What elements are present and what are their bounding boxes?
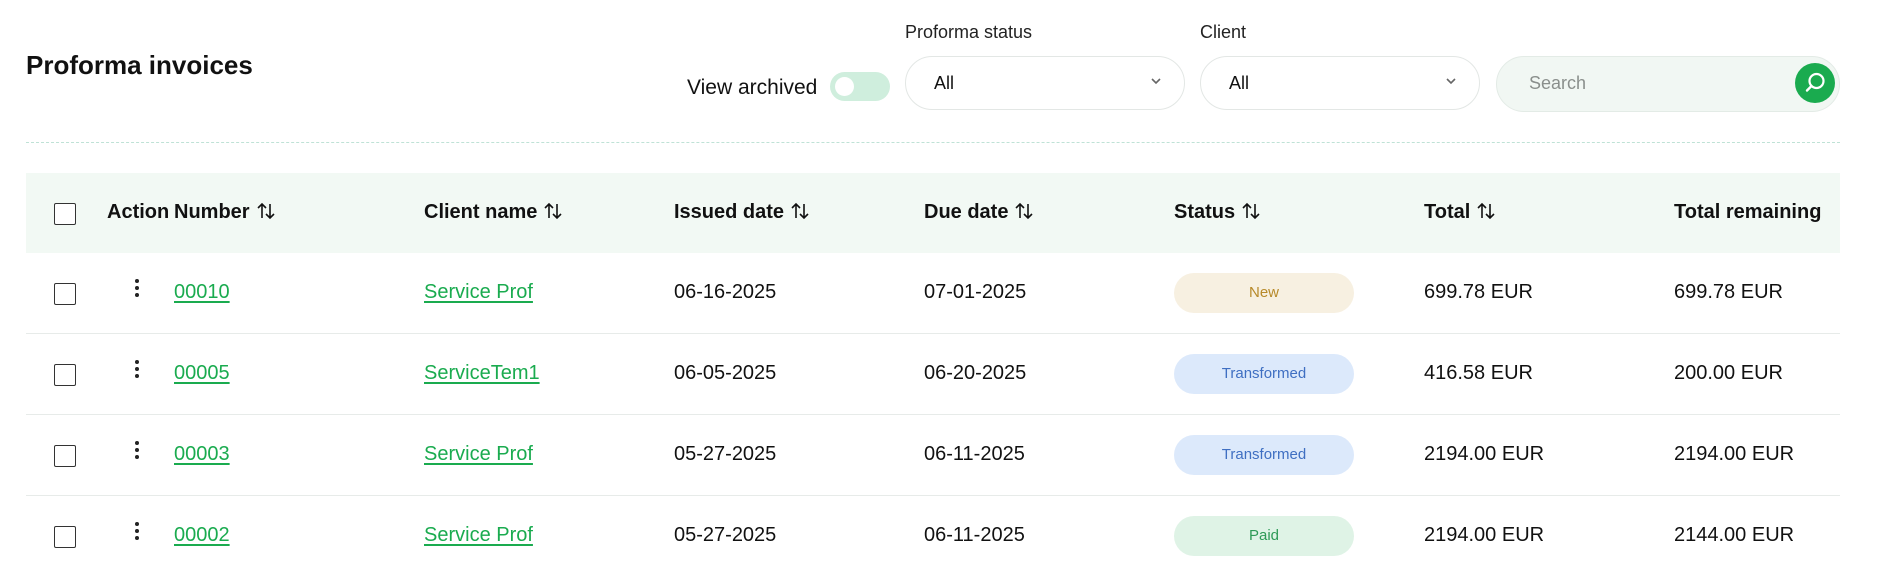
status-badge: Transformed bbox=[1174, 435, 1354, 475]
sort-icon bbox=[791, 202, 809, 220]
total-amount: 2194.00 EUR bbox=[1424, 443, 1545, 465]
total-remaining-amount: 200.00 EUR bbox=[1674, 362, 1783, 384]
client-name-link[interactable]: Service Prof bbox=[424, 443, 533, 466]
table-row: 00002 Service Prof 05-27-2025 06-11-2025… bbox=[26, 496, 1840, 576]
more-actions-icon[interactable] bbox=[134, 279, 140, 301]
table-header: Action Number Client name Issued date Du… bbox=[26, 173, 1840, 253]
search-button[interactable] bbox=[1795, 63, 1835, 103]
issued-date: 06-16-2025 bbox=[674, 281, 777, 303]
status-badge: Paid bbox=[1174, 516, 1354, 556]
proforma-status-value: All bbox=[934, 73, 955, 93]
view-archived-toggle[interactable] bbox=[830, 72, 890, 101]
issued-date: 05-27-2025 bbox=[674, 443, 777, 465]
column-header-label: Total bbox=[1424, 201, 1471, 223]
more-actions-icon[interactable] bbox=[134, 441, 140, 463]
status-badge: New bbox=[1174, 273, 1354, 313]
row-checkbox[interactable] bbox=[54, 445, 76, 467]
column-header-action: Action bbox=[107, 201, 170, 223]
due-date: 06-11-2025 bbox=[924, 524, 1025, 546]
total-amount: 2194.00 EUR bbox=[1424, 524, 1545, 546]
column-header-total[interactable]: Total bbox=[1424, 201, 1496, 224]
status-badge: Transformed bbox=[1174, 354, 1354, 394]
client-filter-value: All bbox=[1229, 73, 1250, 93]
sort-icon bbox=[544, 202, 562, 220]
table-row: 00003 Service Prof 05-27-2025 06-11-2025… bbox=[26, 415, 1840, 496]
more-actions-icon[interactable] bbox=[134, 522, 140, 544]
client-name-link[interactable]: ServiceTem1 bbox=[424, 362, 540, 385]
column-header-label: Due date bbox=[924, 201, 1009, 223]
invoice-number-link[interactable]: 00010 bbox=[174, 281, 230, 304]
due-date: 06-11-2025 bbox=[924, 443, 1025, 465]
table-row: 00005 ServiceTem1 06-05-2025 06-20-2025 … bbox=[26, 334, 1840, 415]
due-date: 06-20-2025 bbox=[924, 362, 1027, 384]
invoice-number-link[interactable]: 00005 bbox=[174, 362, 230, 385]
client-filter-label: Client bbox=[1200, 22, 1247, 42]
invoice-number-link[interactable]: 00002 bbox=[174, 524, 230, 547]
search-box bbox=[1496, 56, 1840, 112]
row-checkbox[interactable] bbox=[54, 283, 76, 305]
select-all-checkbox[interactable] bbox=[54, 203, 76, 225]
sort-icon bbox=[1015, 202, 1034, 220]
sort-icon bbox=[1477, 202, 1495, 220]
due-date: 07-01-2025 bbox=[924, 281, 1027, 303]
client-filter-select[interactable]: All bbox=[1200, 56, 1480, 110]
column-header-label: Number bbox=[174, 201, 250, 223]
row-checkbox[interactable] bbox=[54, 364, 76, 386]
total-amount: 699.78 EUR bbox=[1424, 281, 1533, 303]
chevron-down-icon bbox=[1151, 78, 1161, 85]
header-divider bbox=[26, 142, 1840, 143]
more-actions-icon[interactable] bbox=[134, 360, 140, 382]
proforma-status-label: Proforma status bbox=[905, 22, 1033, 42]
column-header-total-remaining[interactable]: Total remaining bbox=[1674, 201, 1821, 224]
total-amount: 416.58 EUR bbox=[1424, 362, 1533, 384]
search-input[interactable] bbox=[1527, 72, 1781, 95]
view-archived-label: View archived bbox=[687, 76, 818, 99]
column-header-status[interactable]: Status bbox=[1174, 201, 1261, 224]
client-name-link[interactable]: Service Prof bbox=[424, 281, 533, 304]
column-header-label: Issued date bbox=[674, 201, 785, 223]
proforma-status-select[interactable]: All bbox=[905, 56, 1185, 110]
table-row: 00010 Service Prof 06-16-2025 07-01-2025… bbox=[26, 253, 1840, 334]
toggle-knob bbox=[835, 77, 854, 96]
column-header-number[interactable]: Number bbox=[174, 201, 276, 224]
column-header-client-name[interactable]: Client name bbox=[424, 201, 563, 224]
chevron-down-icon bbox=[1446, 78, 1456, 85]
sort-icon bbox=[1242, 202, 1260, 220]
issued-date: 06-05-2025 bbox=[674, 362, 777, 384]
column-header-issued-date[interactable]: Issued date bbox=[674, 201, 810, 224]
client-name-link[interactable]: Service Prof bbox=[424, 524, 533, 547]
column-header-label: Status bbox=[1174, 201, 1236, 223]
sort-icon bbox=[257, 202, 275, 220]
total-remaining-amount: 699.78 EUR bbox=[1674, 281, 1783, 303]
column-header-label: Client name bbox=[424, 201, 538, 223]
page-title: Proforma invoices bbox=[26, 50, 253, 80]
search-icon bbox=[1805, 72, 1825, 92]
total-remaining-amount: 2144.00 EUR bbox=[1674, 524, 1795, 546]
row-checkbox[interactable] bbox=[54, 526, 76, 548]
total-remaining-amount: 2194.00 EUR bbox=[1674, 443, 1795, 465]
issued-date: 05-27-2025 bbox=[674, 524, 777, 546]
column-header-due-date[interactable]: Due date bbox=[924, 201, 1034, 224]
invoice-number-link[interactable]: 00003 bbox=[174, 443, 230, 466]
